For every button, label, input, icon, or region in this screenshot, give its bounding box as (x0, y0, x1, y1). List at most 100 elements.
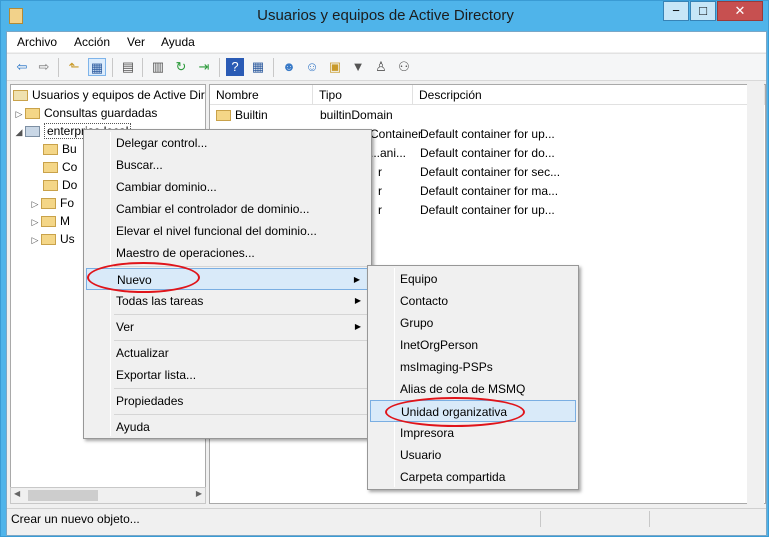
menu-item-delegar-control[interactable]: Delegar control... (86, 132, 369, 154)
menu-item-exportar-lista[interactable]: Exportar lista... (86, 364, 369, 386)
tree-item-label: M (60, 214, 70, 228)
tree-item-child[interactable]: ▷ Fo (29, 194, 74, 212)
menu-separator (114, 340, 369, 341)
tree-horizontal-scrollbar[interactable]: ◀ ▶ (10, 487, 206, 504)
menu-item-todas-las-tareas[interactable]: Todas las tareas ▶ (86, 290, 369, 312)
menu-item-cambiar-dominio[interactable]: Cambiar dominio... (86, 176, 369, 198)
column-header-nombre[interactable]: Nombre (210, 85, 313, 105)
toolbar-separator (58, 58, 59, 77)
back-arrow-icon[interactable]: ⇦ (13, 58, 31, 76)
tree-item-label: Consultas guardadas (44, 106, 158, 120)
find-icon[interactable]: ⚇ (395, 58, 413, 76)
tree-item-child[interactable]: ▷ M (29, 212, 70, 230)
status-bar: Crear un nuevo objeto... (7, 508, 766, 529)
menu-accion[interactable]: Acción (74, 35, 110, 49)
collapse-arrow-icon[interactable]: ◢ (13, 123, 25, 141)
window-title: Usuarios y equipos de Active Directory (257, 7, 514, 24)
submenu-item-unidad-organizativa[interactable]: Unidad organizativa (370, 400, 576, 422)
snapin-icon (13, 90, 28, 102)
delegate-icon[interactable]: ♙ (372, 58, 390, 76)
tree-root[interactable]: Usuarios y equipos de Active Dir (13, 86, 205, 104)
minimize-button[interactable]: − (663, 1, 689, 21)
menu-item-nuevo[interactable]: Nuevo ▶ (86, 268, 369, 290)
menu-item-maestro-operaciones[interactable]: Maestro de operaciones... (86, 242, 369, 264)
tree-item-child[interactable]: ▷ Us (29, 230, 75, 248)
column-header-tipo[interactable]: Tipo (313, 85, 413, 105)
scroll-thumb[interactable] (28, 490, 98, 501)
tree-item-saved-queries[interactable]: ▷ Consultas guardadas (13, 104, 158, 123)
menu-separator (114, 388, 369, 389)
scroll-left-icon[interactable]: ◀ (14, 489, 20, 498)
show-hide-action-pane-icon[interactable]: ▦ (249, 58, 267, 76)
menu-ver[interactable]: Ver (127, 35, 145, 49)
submenu-item-carpeta-compartida[interactable]: Carpeta compartida (370, 466, 576, 488)
toolbar: ⇦ ⇨ ⬑ ▦ ▤ ▥ ↻ ⇥ ? ▦ ☻ ☺ ▣ ▼ ♙ ⚇ (7, 53, 766, 81)
maximize-button[interactable]: □ (690, 1, 716, 21)
tree-item-child[interactable]: Bu (43, 140, 77, 158)
folder-icon (41, 234, 56, 246)
tree-item-child[interactable]: Do (43, 176, 77, 194)
menu-item-buscar[interactable]: Buscar... (86, 154, 369, 176)
tree-item-label: Bu (62, 142, 77, 156)
new-user-icon[interactable]: ☻ (280, 58, 298, 76)
menu-item-propiedades[interactable]: Propiedades (86, 390, 369, 412)
expand-arrow-icon[interactable]: ▷ (29, 231, 41, 249)
menu-ayuda[interactable]: Ayuda (161, 35, 195, 49)
submenu-item-equipo[interactable]: Equipo (370, 268, 576, 290)
submenu-item-inetorgperson[interactable]: InetOrgPerson (370, 334, 576, 356)
help-icon[interactable]: ? (226, 58, 244, 76)
expand-arrow-icon[interactable]: ▷ (29, 213, 41, 231)
list-item-desc: Default container for sec... (420, 165, 561, 179)
tree-item-label: Fo (60, 196, 75, 210)
submenu-arrow-icon: ▶ (353, 275, 360, 284)
refresh-icon[interactable]: ↻ (172, 58, 190, 76)
menu-bar: Archivo Acción Ver Ayuda (7, 32, 766, 52)
ou-folder-icon (43, 180, 58, 192)
new-group-icon[interactable]: ☺ (303, 58, 321, 76)
menu-item-ver[interactable]: Ver ▶ (86, 316, 369, 338)
toolbar-separator (219, 58, 220, 77)
properties-icon[interactable]: ▥ (149, 58, 167, 76)
export-list-icon[interactable]: ⇥ (195, 58, 213, 76)
copy-icon[interactable]: ▤ (119, 58, 137, 76)
submenu-arrow-icon: ▶ (354, 322, 361, 331)
tree-item-label: Us (60, 232, 75, 246)
submenu-nuevo: Equipo Contacto Grupo InetOrgPerson msIm… (367, 265, 579, 490)
menu-archivo[interactable]: Archivo (17, 35, 57, 49)
menu-item-elevar-nivel[interactable]: Elevar el nivel funcional del dominio... (86, 220, 369, 242)
menu-item-cambiar-controlador[interactable]: Cambiar el controlador de dominio... (86, 198, 369, 220)
folder-icon (25, 108, 40, 120)
submenu-arrow-icon: ▶ (354, 296, 361, 305)
menu-item-ayuda[interactable]: Ayuda (86, 416, 369, 438)
submenu-item-grupo[interactable]: Grupo (370, 312, 576, 334)
domain-icon (25, 126, 40, 138)
submenu-item-alias-msmq[interactable]: Alias de cola de MSMQ (370, 378, 576, 400)
tree-item-label: Do (62, 178, 78, 192)
column-header-descripcion[interactable]: Descripción (413, 85, 765, 105)
console-tree-icon[interactable]: ▦ (88, 58, 106, 76)
submenu-item-usuario[interactable]: Usuario (370, 444, 576, 466)
scroll-right-icon[interactable]: ▶ (196, 489, 202, 498)
new-ou-icon[interactable]: ▣ (326, 58, 344, 76)
submenu-item-msimaging-psps[interactable]: msImaging-PSPs (370, 356, 576, 378)
menu-separator (114, 266, 369, 267)
tree-item-child[interactable]: Co (43, 158, 77, 176)
menu-item-label: Ver (116, 320, 135, 334)
submenu-item-contacto[interactable]: Contacto (370, 290, 576, 312)
tree-root-label: Usuarios y equipos de Active Dir (32, 88, 205, 102)
close-button[interactable]: ✕ (717, 1, 763, 21)
list-item-type: r (378, 165, 382, 179)
details-vertical-scrollbar[interactable] (747, 84, 764, 504)
submenu-item-impresora[interactable]: Impresora (370, 422, 576, 444)
menu-item-actualizar[interactable]: Actualizar (86, 342, 369, 364)
list-item-name[interactable]: Builtin (216, 106, 268, 125)
list-item-type: builtinDomain (320, 108, 393, 122)
expand-arrow-icon[interactable]: ▷ (29, 195, 41, 213)
filter-icon[interactable]: ▼ (349, 58, 367, 76)
cell-text: Builtin (235, 108, 268, 122)
title-bar[interactable]: Usuarios y equipos de Active Directory −… (1, 1, 769, 31)
forward-arrow-icon[interactable]: ⇨ (35, 58, 53, 76)
expand-arrow-icon[interactable]: ▷ (13, 105, 25, 123)
up-folder-icon[interactable]: ⬑ (65, 58, 83, 76)
list-item-desc: Default container for up... (420, 203, 555, 217)
